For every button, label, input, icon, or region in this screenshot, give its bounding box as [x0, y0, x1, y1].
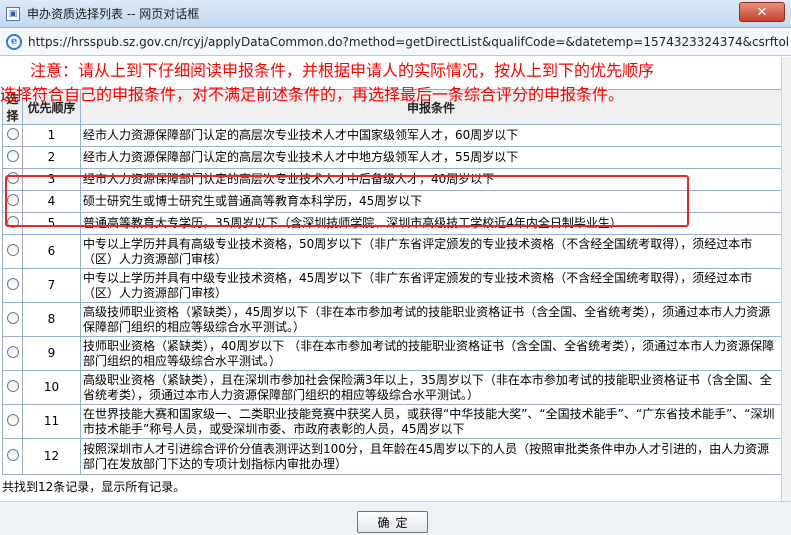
condition-cell: 高级技师职业资格（紧缺类），45周岁以下（非在本市参加考试的技能职业资格证书（含… [80, 302, 781, 337]
select-cell [2, 124, 23, 147]
url-text: https://hrsspub.sz.gov.cn/rcyj/applyData… [28, 34, 788, 49]
table-row[interactable]: 7 中专以上学历并具有中级专业技术资格，45周岁以下（非广东省评定颁发的专业技术资… [2, 268, 781, 303]
priority-cell: 7 [22, 268, 81, 303]
condition-cell: 经市人力资源保障部门认定的高层次专业技术人才中地方级领军人才，55周岁以下 [80, 146, 781, 169]
condition-cell: 技师职业资格（紧缺类），40周岁以下 （非在本市参加考试的技能职业资格证书（含全… [80, 336, 781, 371]
priority-cell: 6 [22, 234, 81, 269]
table-row[interactable]: 10 高级职业资格（紧缺类），且在深圳市参加社会保险满3年以上，35周岁以下（非在… [2, 370, 781, 405]
priority-cell: 8 [22, 302, 81, 337]
select-cell [2, 438, 23, 475]
priority-cell: 10 [22, 370, 81, 405]
select-cell [2, 234, 23, 269]
ie-icon: e [6, 33, 22, 50]
priority-cell: 9 [22, 336, 81, 371]
select-radio[interactable] [6, 413, 19, 426]
table-row[interactable]: 11 在世界技能大赛和国家级一、二类职业技能竞赛中获奖人员，或获得“中华技能大奖”… [2, 404, 781, 439]
select-radio[interactable] [6, 243, 19, 256]
table-row[interactable]: 6 中专以上学历并具有高级专业技术资格，50周岁以下（非广东省评定颁发的专业技术资… [2, 234, 781, 269]
status-text: 共找到12条记录，显示所有记录。 [0, 478, 781, 498]
confirm-button[interactable]: 确定 [357, 511, 428, 533]
close-button[interactable]: ✕ [739, 2, 785, 22]
select-radio[interactable] [6, 277, 19, 290]
priority-cell: 2 [22, 146, 81, 169]
condition-cell: 中专以上学历并具有中级专业技术资格，45周岁以下（非广东省评定颁发的专业技术资格… [80, 268, 781, 303]
content-area: 注意：请从上到下仔细阅读申报条件，并根据申请人的实际情况，按从上到下的优先顺序 … [0, 57, 781, 501]
select-radio[interactable] [6, 379, 19, 392]
select-radio[interactable] [6, 448, 19, 461]
priority-cell: 12 [22, 438, 81, 475]
condition-cell: 高级职业资格（紧缺类），且在深圳市参加社会保险满3年以上，35周岁以下（非在本市… [80, 370, 781, 405]
table-row[interactable]: 8 高级技师职业资格（紧缺类），45周岁以下（非在本市参加考试的技能职业资格证书（… [2, 302, 781, 337]
notice-text: 注意：请从上到下仔细阅读申报条件，并根据申请人的实际情况，按从上到下的优先顺序 … [0, 59, 781, 107]
table-row[interactable]: 2 经市人力资源保障部门认定的高层次专业技术人才中地方级领军人才，55周岁以下 [2, 146, 781, 169]
address-bar: e https://hrsspub.sz.gov.cn/rcyj/applyDa… [0, 28, 791, 56]
select-radio[interactable] [6, 345, 19, 358]
condition-cell: 中专以上学历并具有高级专业技术资格，50周岁以下（非广东省评定颁发的专业技术资格… [80, 234, 781, 269]
notice-line-2: 选择符合自己的申报条件，对不满足前述条件的，再选择最后一条综合评分的申报条件。 [0, 85, 625, 104]
select-radio[interactable] [6, 149, 19, 162]
select-radio[interactable] [6, 311, 19, 324]
scrollbar[interactable] [781, 57, 791, 501]
priority-cell: 11 [22, 404, 81, 439]
condition-cell: 在世界技能大赛和国家级一、二类职业技能竞赛中获奖人员，或获得“中华技能大奖”、“… [80, 404, 781, 439]
priority-cell: 1 [22, 124, 81, 147]
table-row[interactable]: 1 经市人力资源保障部门认定的高层次专业技术人才中国家级领军人才，60周岁以下 [2, 124, 781, 147]
condition-cell: 按照深圳市人才引进综合评价分值表测评达到100分，且年龄在45周岁以下的人员（按… [80, 438, 781, 475]
window-title: 申办资质选择列表 -- 网页对话框 [27, 7, 200, 21]
notice-line-1: 注意：请从上到下仔细阅读申报条件，并根据申请人的实际情况，按从上到下的优先顺序 [30, 61, 655, 80]
highlight-box [5, 175, 689, 227]
table-row[interactable]: 9 技师职业资格（紧缺类），40周岁以下 （非在本市参加考试的技能职业资格证书（含… [2, 336, 781, 371]
select-cell [2, 336, 23, 371]
select-cell [2, 146, 23, 169]
qualification-table: 选择 优先顺序 申报条件 1 经市人力资源保障部门认定的高层次专业技术人才中国家级… [2, 89, 781, 475]
select-radio[interactable] [6, 127, 19, 140]
condition-cell: 经市人力资源保障部门认定的高层次专业技术人才中国家级领军人才，60周岁以下 [80, 124, 781, 147]
table-row[interactable]: 12 按照深圳市人才引进综合评价分值表测评达到100分，且年龄在45周岁以下的人员… [2, 438, 781, 475]
app-icon: ▣ [6, 6, 20, 21]
select-cell [2, 404, 23, 439]
select-cell [2, 370, 23, 405]
select-cell [2, 268, 23, 303]
dialog-footer: 确定 [0, 501, 791, 535]
select-cell [2, 302, 23, 337]
title-bar: ▣ 申办资质选择列表 -- 网页对话框 ✕ [0, 0, 791, 28]
